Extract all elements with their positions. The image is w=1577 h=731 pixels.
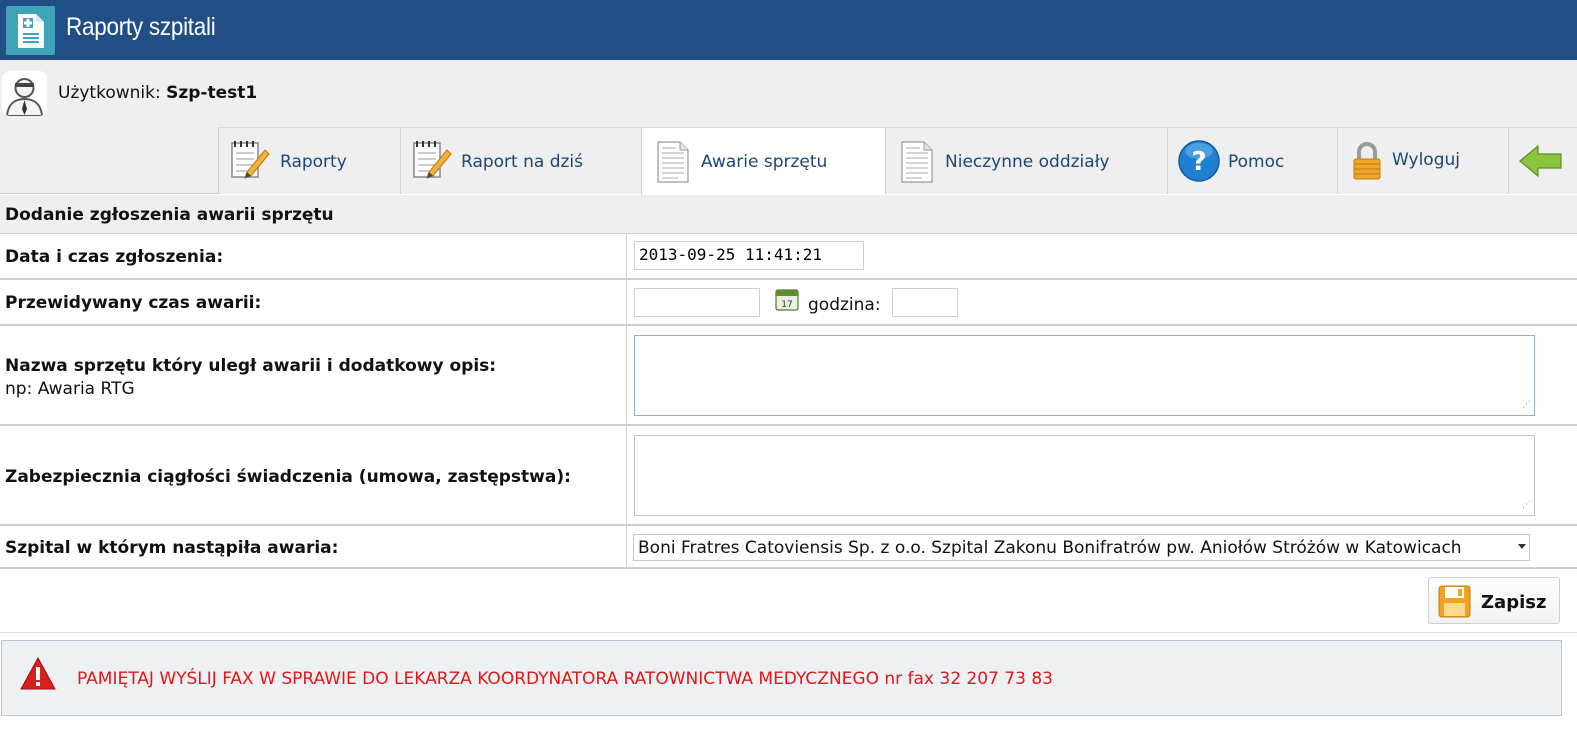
back-tab[interactable]	[1508, 127, 1577, 194]
user-name: Szp-test1	[166, 83, 258, 103]
form-title: Dodanie zgłoszenia awarii sprzętu	[5, 205, 334, 225]
tab-raport-na-dzis[interactable]: Raport na dziś	[400, 127, 641, 194]
form-row-date: Data i czas zgłoszenia: 2013-09-25 11:41…	[0, 234, 1577, 280]
svg-text:?: ?	[1191, 147, 1206, 177]
expected-label: Przewidywany czas awarii:	[5, 293, 262, 313]
tab-pomoc[interactable]: ? Pomoc	[1167, 127, 1337, 194]
tab-awarie-sprzetu[interactable]: Awarie sprzętu	[641, 127, 885, 195]
date-time-field[interactable]: 2013-09-25 11:41:21	[634, 241, 864, 270]
svg-text:17: 17	[781, 300, 792, 310]
date-label: Data i czas zgłoszenia:	[5, 247, 224, 267]
actions-bar: Zapisz	[0, 569, 1577, 633]
hour-field[interactable]	[892, 288, 958, 317]
back-arrow-icon	[1519, 144, 1562, 178]
user-label: Użytkownik:	[58, 83, 161, 103]
hour-label: godzina:	[808, 295, 881, 315]
tab-label: Nieczynne oddziały	[945, 152, 1110, 172]
expected-date-field[interactable]	[634, 288, 760, 317]
calendar-icon[interactable]: 17	[775, 287, 799, 311]
tab-label: Raporty	[280, 152, 347, 172]
app-title: Raporty szpitali	[66, 13, 216, 41]
help-icon: ?	[1178, 140, 1220, 182]
save-label: Zapisz	[1481, 592, 1547, 613]
continuity-label: Zabezpiecznia ciągłości świadczenia (umo…	[5, 467, 571, 487]
alert-message: PAMIĘTAJ WYŚLIJ FAX W SPRAWIE DO LEKARZA…	[77, 669, 1053, 689]
hospital-selected-value: Boni Fratres Catoviensis Sp. z o.o. Szpi…	[638, 538, 1462, 558]
tab-nieczynne-oddzialy[interactable]: Nieczynne oddziały	[885, 127, 1167, 194]
document-icon	[901, 141, 933, 183]
user-info: Użytkownik: Szp-test1	[58, 83, 257, 103]
form-row-equipment: Nazwa sprzętu który uległ awarii i dodat…	[0, 326, 1577, 426]
form-header: Dodanie zgłoszenia awarii sprzętu	[0, 195, 1577, 234]
form-row-expected: Przewidywany czas awarii: 17 godzina:	[0, 280, 1577, 326]
main-tabs: Raporty Raport na dziś Awarie sprzętu Ni…	[218, 127, 1577, 195]
tab-label: Awarie sprzętu	[701, 152, 828, 172]
document-icon	[657, 141, 689, 183]
resize-grip-icon[interactable]: ⋰	[1522, 400, 1574, 422]
fax-alert: PAMIĘTAJ WYŚLIJ FAX W SPRAWIE DO LEKARZA…	[1, 640, 1562, 716]
tab-raporty[interactable]: Raporty	[218, 127, 400, 194]
medical-document-icon	[6, 6, 55, 55]
tab-label: Raport na dziś	[461, 152, 583, 172]
form-row-continuity: Zabezpiecznia ciągłości świadczenia (umo…	[0, 426, 1577, 526]
app-header: Raporty szpitali	[0, 0, 1577, 60]
tab-label: Pomoc	[1228, 152, 1285, 172]
notepad-pencil-icon	[413, 141, 452, 179]
floppy-disk-icon	[1438, 585, 1471, 618]
resize-grip-icon[interactable]: ⋰	[1522, 500, 1574, 522]
tab-label: Wyloguj	[1392, 150, 1460, 170]
equipment-hint: np: Awaria RTG	[5, 379, 135, 399]
hospital-label: Szpital w którym nastąpiła awaria:	[5, 538, 339, 558]
tab-wyloguj[interactable]: Wyloguj	[1337, 127, 1508, 194]
continuity-textarea[interactable]	[634, 435, 1535, 516]
doctor-avatar-icon	[2, 71, 47, 116]
notepad-pencil-icon	[231, 141, 270, 179]
lock-icon	[1353, 142, 1381, 180]
form-row-hospital: Szpital w którym nastąpiła awaria: Boni …	[0, 526, 1577, 569]
equipment-label: Nazwa sprzętu który uległ awarii i dodat…	[5, 356, 497, 376]
equipment-description-textarea[interactable]	[634, 335, 1535, 416]
chevron-down-icon	[1518, 544, 1526, 549]
hospital-select[interactable]: Boni Fratres Catoviensis Sp. z o.o. Szpi…	[633, 534, 1530, 561]
warning-icon	[20, 657, 56, 690]
save-button[interactable]: Zapisz	[1428, 577, 1560, 624]
